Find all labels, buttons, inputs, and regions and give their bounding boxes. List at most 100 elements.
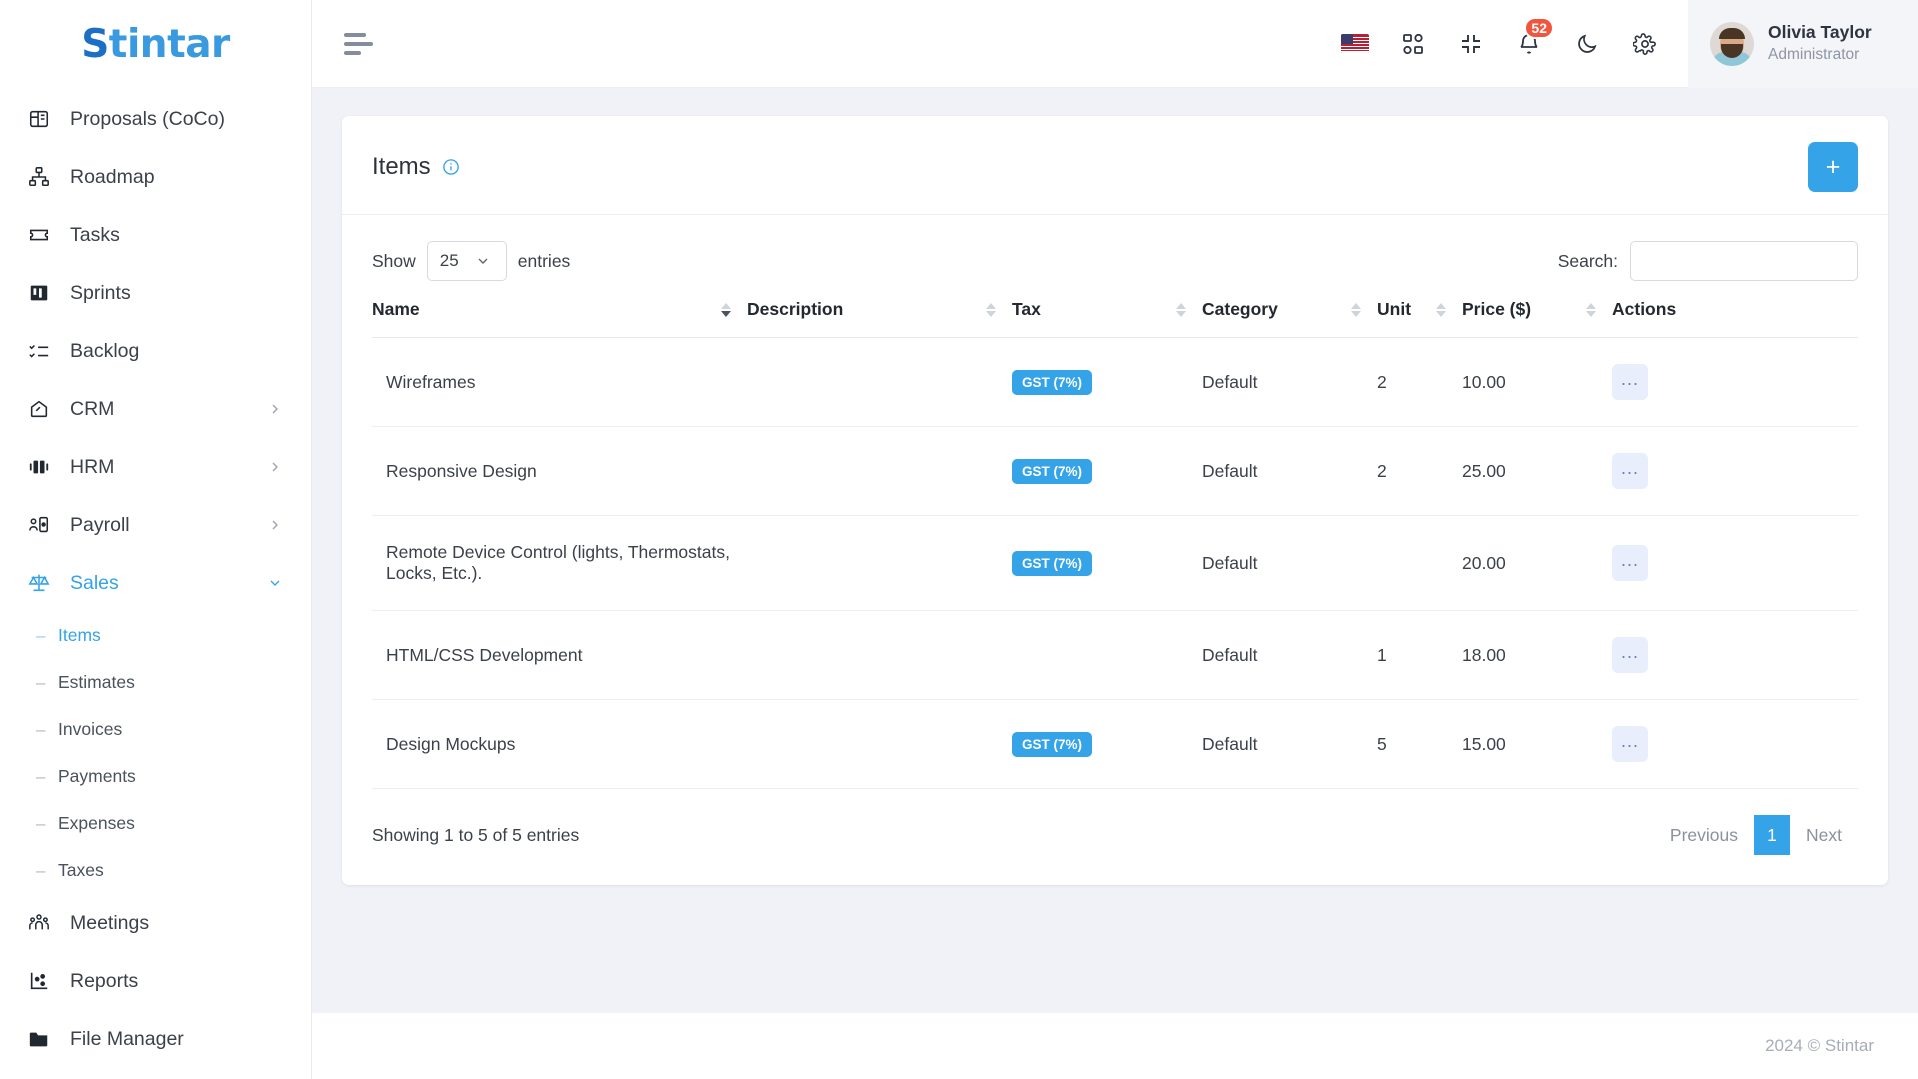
cell-unit	[1377, 515, 1462, 611]
chevron-right-icon	[267, 459, 283, 475]
us-flag	[1341, 34, 1369, 53]
sidebar-subitem-payments[interactable]: – Payments	[0, 753, 311, 800]
table-row[interactable]: HTML/CSS Development Default 1 18.00 ...	[372, 610, 1858, 700]
show-label: Show	[372, 250, 416, 271]
user-role: Administrator	[1768, 45, 1860, 63]
user-profile[interactable]: Olivia Taylor Administrator	[1688, 0, 1918, 88]
dash-icon: –	[36, 766, 46, 786]
copyright-text: 2024 © Stintar	[1765, 1036, 1874, 1055]
sidebar-item-backlog[interactable]: Backlog	[0, 322, 311, 380]
sidebar-item-meetings[interactable]: Meetings	[0, 894, 311, 952]
language-flag-icon[interactable]	[1326, 15, 1384, 73]
sidebar-item-label: Proposals (CoCo)	[70, 107, 225, 130]
table-footer: Showing 1 to 5 of 5 entries Previous 1 N…	[342, 789, 1888, 885]
sidebar-item-file-manager[interactable]: File Manager	[0, 1010, 311, 1068]
apps-grid-icon[interactable]	[1384, 15, 1442, 73]
table-head: Name Description Tax Category Unit Price…	[372, 299, 1858, 338]
column-header-name[interactable]: Name	[372, 299, 747, 338]
page-footer: 2024 © Stintar	[312, 1013, 1918, 1079]
dark-mode-moon-icon[interactable]	[1558, 15, 1616, 73]
tax-badge: GST (7%)	[1012, 369, 1093, 395]
cell-name: Wireframes	[372, 337, 747, 427]
sidebar-item-proposals[interactable]: Proposals (CoCo)	[0, 90, 311, 148]
settings-gear-icon[interactable]	[1616, 15, 1674, 73]
pagination-previous[interactable]: Previous	[1654, 815, 1754, 855]
sidebar-item-hrm[interactable]: HRM	[0, 438, 311, 496]
tax-badge: GST (7%)	[1012, 458, 1093, 484]
page-size-select[interactable]: 25	[426, 241, 507, 281]
sidebar-item-tasks[interactable]: Tasks	[0, 206, 311, 264]
main-area: 52 Olivia Taylor Administrator Items + S…	[312, 0, 1918, 1079]
sidebar-subitem-taxes[interactable]: – Taxes	[0, 847, 311, 894]
table-row[interactable]: Responsive Design GST (7%) Default 2 25.…	[372, 426, 1858, 516]
brand-logo[interactable]: Stintar	[0, 0, 311, 88]
pagination-next[interactable]: Next	[1790, 815, 1858, 855]
sidebar-item-sprints[interactable]: Sprints	[0, 264, 311, 322]
cell-description	[747, 610, 1012, 700]
sort-icon	[721, 302, 731, 317]
column-header-description[interactable]: Description	[747, 299, 1012, 338]
entries-label: entries	[517, 250, 571, 271]
notification-bell-icon[interactable]: 52	[1500, 15, 1558, 73]
content-area: Items + Show 25 entries Search: Name Des…	[312, 88, 1918, 1013]
cell-price: 15.00	[1462, 699, 1612, 789]
sidebar-item-sales[interactable]: Sales	[0, 554, 311, 612]
row-actions-button[interactable]: ...	[1612, 364, 1648, 400]
cell-name: Design Mockups	[372, 699, 747, 789]
sidebar-subitem-label: Items	[58, 625, 101, 645]
column-header-tax[interactable]: Tax	[1012, 299, 1202, 338]
sidebar-subitem-invoices[interactable]: – Invoices	[0, 706, 311, 753]
meetings-icon	[26, 910, 52, 936]
cell-tax: GST (7%)	[1012, 515, 1202, 611]
cell-description	[747, 699, 1012, 789]
chevron-right-icon	[267, 401, 283, 417]
row-actions-button[interactable]: ...	[1612, 726, 1648, 762]
add-item-button[interactable]: +	[1808, 142, 1858, 192]
brand-logo-text: Stintar	[81, 21, 230, 67]
sidebar-item-roadmap[interactable]: Roadmap	[0, 148, 311, 206]
cell-price: 20.00	[1462, 515, 1612, 611]
page-size-control: Show 25 entries	[372, 241, 570, 281]
row-actions-button[interactable]: ...	[1612, 637, 1648, 673]
cell-description	[747, 337, 1012, 427]
sidebar-item-label: Reports	[70, 969, 139, 992]
sidebar-item-payroll[interactable]: Payroll	[0, 496, 311, 554]
compress-icon[interactable]	[1442, 15, 1500, 73]
sidebar-item-label: Payroll	[70, 513, 130, 536]
user-name: Olivia Taylor	[1768, 22, 1872, 43]
sidebar: Stintar Proposals (CoCo) Roadmap Tasks S…	[0, 0, 312, 1079]
cell-tax: GST (7%)	[1012, 699, 1202, 789]
sidebar-subitem-label: Taxes	[58, 860, 104, 880]
sidebar-item-reports[interactable]: Reports	[0, 952, 311, 1010]
sidebar-subitem-expenses[interactable]: – Expenses	[0, 800, 311, 847]
backlog-icon	[26, 338, 52, 364]
search-label: Search:	[1557, 250, 1618, 271]
sort-icon	[1436, 302, 1446, 317]
table-row[interactable]: Wireframes GST (7%) Default 2 10.00 ...	[372, 337, 1858, 427]
cell-price: 25.00	[1462, 426, 1612, 516]
column-header-unit[interactable]: Unit	[1377, 299, 1462, 338]
pagination-page-1[interactable]: 1	[1754, 815, 1791, 855]
sidebar-item-crm[interactable]: CRM	[0, 380, 311, 438]
sidebar-subitem-items[interactable]: – Items	[0, 612, 311, 659]
table-row[interactable]: Remote Device Control (lights, Thermosta…	[372, 515, 1858, 611]
sort-icon	[1176, 302, 1186, 317]
column-header-price[interactable]: Price ($)	[1462, 299, 1612, 338]
roadmap-icon	[26, 164, 52, 190]
info-circle-icon[interactable]	[442, 158, 460, 176]
items-table: Name Description Tax Category Unit Price…	[372, 299, 1858, 789]
table-toolbar: Show 25 entries Search:	[342, 215, 1888, 299]
cell-actions: ...	[1612, 610, 1858, 700]
cell-name: HTML/CSS Development	[372, 610, 747, 700]
cell-actions: ...	[1612, 515, 1858, 611]
search-input[interactable]	[1630, 241, 1858, 281]
sidebar-subitem-estimates[interactable]: – Estimates	[0, 659, 311, 706]
table-row[interactable]: Design Mockups GST (7%) Default 5 15.00 …	[372, 699, 1858, 789]
dash-icon: –	[36, 719, 46, 739]
row-actions-button[interactable]: ...	[1612, 453, 1648, 489]
menu-toggle-icon[interactable]	[344, 24, 384, 64]
row-actions-button[interactable]: ...	[1612, 545, 1648, 581]
column-header-category[interactable]: Category	[1202, 299, 1377, 338]
dash-icon: –	[36, 813, 46, 833]
sort-icon	[986, 302, 996, 317]
